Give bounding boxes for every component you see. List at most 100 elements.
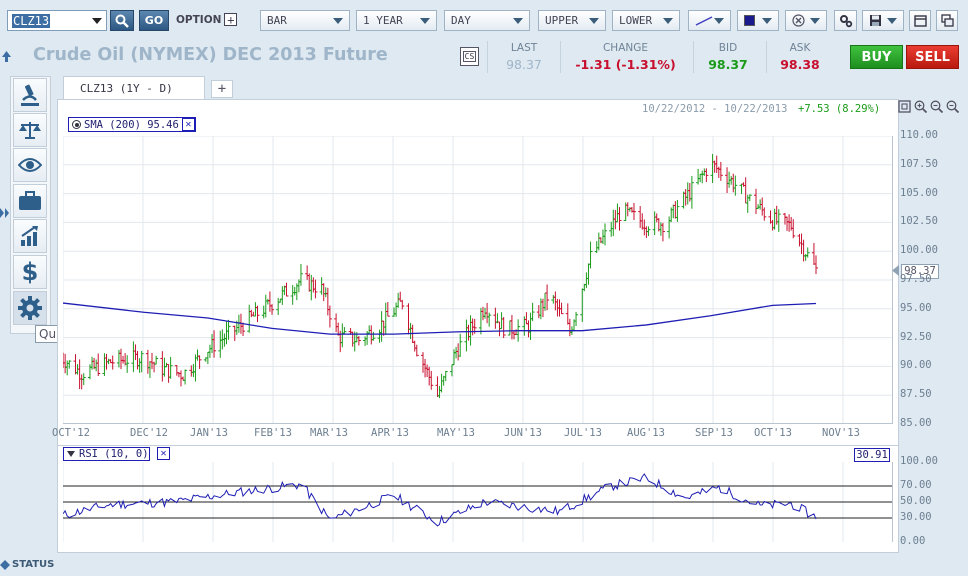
chevron-down-icon[interactable] [92, 17, 102, 24]
ohlc-bar [133, 344, 138, 361]
chart-tab[interactable]: CLZ13 (1Y - D) [63, 76, 205, 100]
ohlc-bar [553, 291, 558, 311]
ohlc-bar [497, 321, 502, 337]
x-tick-label: JUN'13 [504, 427, 542, 439]
collapse-arrow-icon[interactable] [2, 51, 11, 62]
ohlc-bar [94, 359, 99, 372]
lower-indicator-dropdown[interactable]: LOWER [612, 10, 680, 31]
rsi-close-button[interactable]: ✕ [157, 447, 170, 460]
x-tick-label: JUL'13 [564, 427, 602, 439]
ohlc-bar [218, 330, 223, 358]
add-tab-button[interactable]: + [211, 80, 233, 98]
dollar-icon: $ [21, 258, 39, 286]
sidebar-portfolio-button[interactable] [13, 184, 47, 218]
sidebar-research-button[interactable] [13, 78, 47, 112]
ohlc-bar [768, 210, 773, 224]
ohlc-bar [526, 320, 531, 338]
sell-button[interactable]: SELL [906, 45, 959, 69]
save-dropdown[interactable] [862, 10, 904, 31]
range-dropdown[interactable]: 1 YEAR [356, 10, 437, 31]
ohlc-bar [644, 226, 649, 238]
collapse-triangle-icon [67, 451, 75, 457]
cs-button[interactable]: CS [460, 47, 479, 66]
ohlc-bar [183, 369, 188, 385]
color-swatch-icon [744, 15, 755, 26]
ohlc-bar [638, 206, 643, 228]
expand-arrows-icon[interactable] [0, 208, 9, 218]
option-button[interactable]: OPTION + [176, 13, 238, 26]
chevron-down-icon [589, 17, 599, 24]
go-button[interactable]: GO [139, 10, 169, 31]
bid-value: 98.37 [708, 57, 748, 72]
microscope-icon [21, 84, 39, 106]
ohlc-bar [814, 255, 818, 275]
ohlc-bar [642, 219, 647, 236]
ohlc-bar [145, 349, 150, 374]
sidebar-trade-button[interactable]: $ [13, 255, 47, 289]
ohlc-bar [152, 361, 157, 373]
rsi-legend[interactable]: RSI (10, 0) [63, 447, 150, 461]
option-label: OPTION [176, 13, 222, 26]
sidebar-charts-button[interactable] [13, 219, 47, 253]
y-tick-label: 100.00 [900, 244, 938, 257]
delete-drawing-dropdown[interactable] [785, 10, 827, 31]
settings-button[interactable] [834, 10, 857, 31]
zoom-reset-icon[interactable] [898, 100, 911, 113]
ohlc-bar [487, 312, 492, 327]
rsi-legend-label: RSI (10, 0) [79, 448, 149, 460]
price-chart[interactable] [63, 136, 893, 424]
upper-indicator-dropdown[interactable]: UPPER [538, 10, 606, 31]
ohlc-bar [232, 325, 237, 341]
symbol-input[interactable]: CLZ13 [7, 10, 107, 31]
ohlc-bar [116, 349, 121, 368]
zoom-out-more-icon[interactable] [946, 100, 959, 113]
rsi-chart[interactable] [63, 462, 893, 542]
ohlc-bar [342, 327, 347, 334]
upper-label: UPPER [545, 14, 579, 27]
ohlc-bar [400, 299, 405, 310]
ohlc-bar [739, 183, 744, 194]
chart-type-dropdown[interactable]: BAR [260, 10, 350, 31]
ohlc-bar [580, 288, 585, 322]
sma-legend[interactable]: SMA (200) 95.46 ✕ [68, 117, 196, 132]
interval-label: DAY [451, 14, 471, 27]
buy-button[interactable]: BUY [850, 45, 903, 69]
ohlc-bar [414, 344, 419, 357]
color-dropdown[interactable] [737, 10, 779, 31]
search-button[interactable] [110, 10, 134, 31]
zoom-in-icon[interactable] [914, 100, 927, 113]
status-bar[interactable]: STATUS [0, 559, 54, 570]
interval-dropdown[interactable]: DAY [444, 10, 530, 31]
ask-value: 98.38 [780, 57, 820, 72]
close-icon[interactable]: ✕ [181, 118, 195, 131]
zoom-out-icon[interactable] [930, 100, 943, 113]
sidebar-compare-button[interactable] [13, 113, 47, 147]
ohlc-bar [464, 319, 469, 352]
ohlc-bar [383, 302, 388, 335]
line-style-dropdown[interactable] [688, 10, 731, 31]
ohlc-bar [615, 203, 620, 223]
divider [693, 41, 694, 73]
ohlc-bar [222, 333, 227, 347]
ohlc-bar [729, 176, 734, 185]
ohlc-bar [207, 344, 212, 358]
chevron-down-icon [714, 17, 724, 24]
ohlc-bar [195, 349, 200, 361]
rsi-tick-label: 50.00 [900, 495, 932, 507]
ohlc-bar [96, 353, 101, 376]
sidebar-watch-button[interactable] [13, 148, 47, 182]
ohlc-bar [671, 204, 676, 219]
ohlc-bar [485, 302, 490, 324]
ohlc-bar [613, 210, 618, 230]
ohlc-bar [586, 263, 591, 285]
calendar-button[interactable] [909, 10, 931, 31]
last-value: 98.37 [506, 57, 542, 72]
ohlc-bar [762, 207, 767, 221]
new-window-button[interactable] [936, 10, 958, 31]
ohlc-bar [224, 321, 229, 345]
ohlc-bar [617, 207, 622, 231]
sidebar-settings-button[interactable] [13, 291, 47, 325]
chevron-down-icon [810, 17, 820, 24]
ohlc-bar [226, 319, 231, 340]
ohlc-bar [603, 223, 608, 246]
